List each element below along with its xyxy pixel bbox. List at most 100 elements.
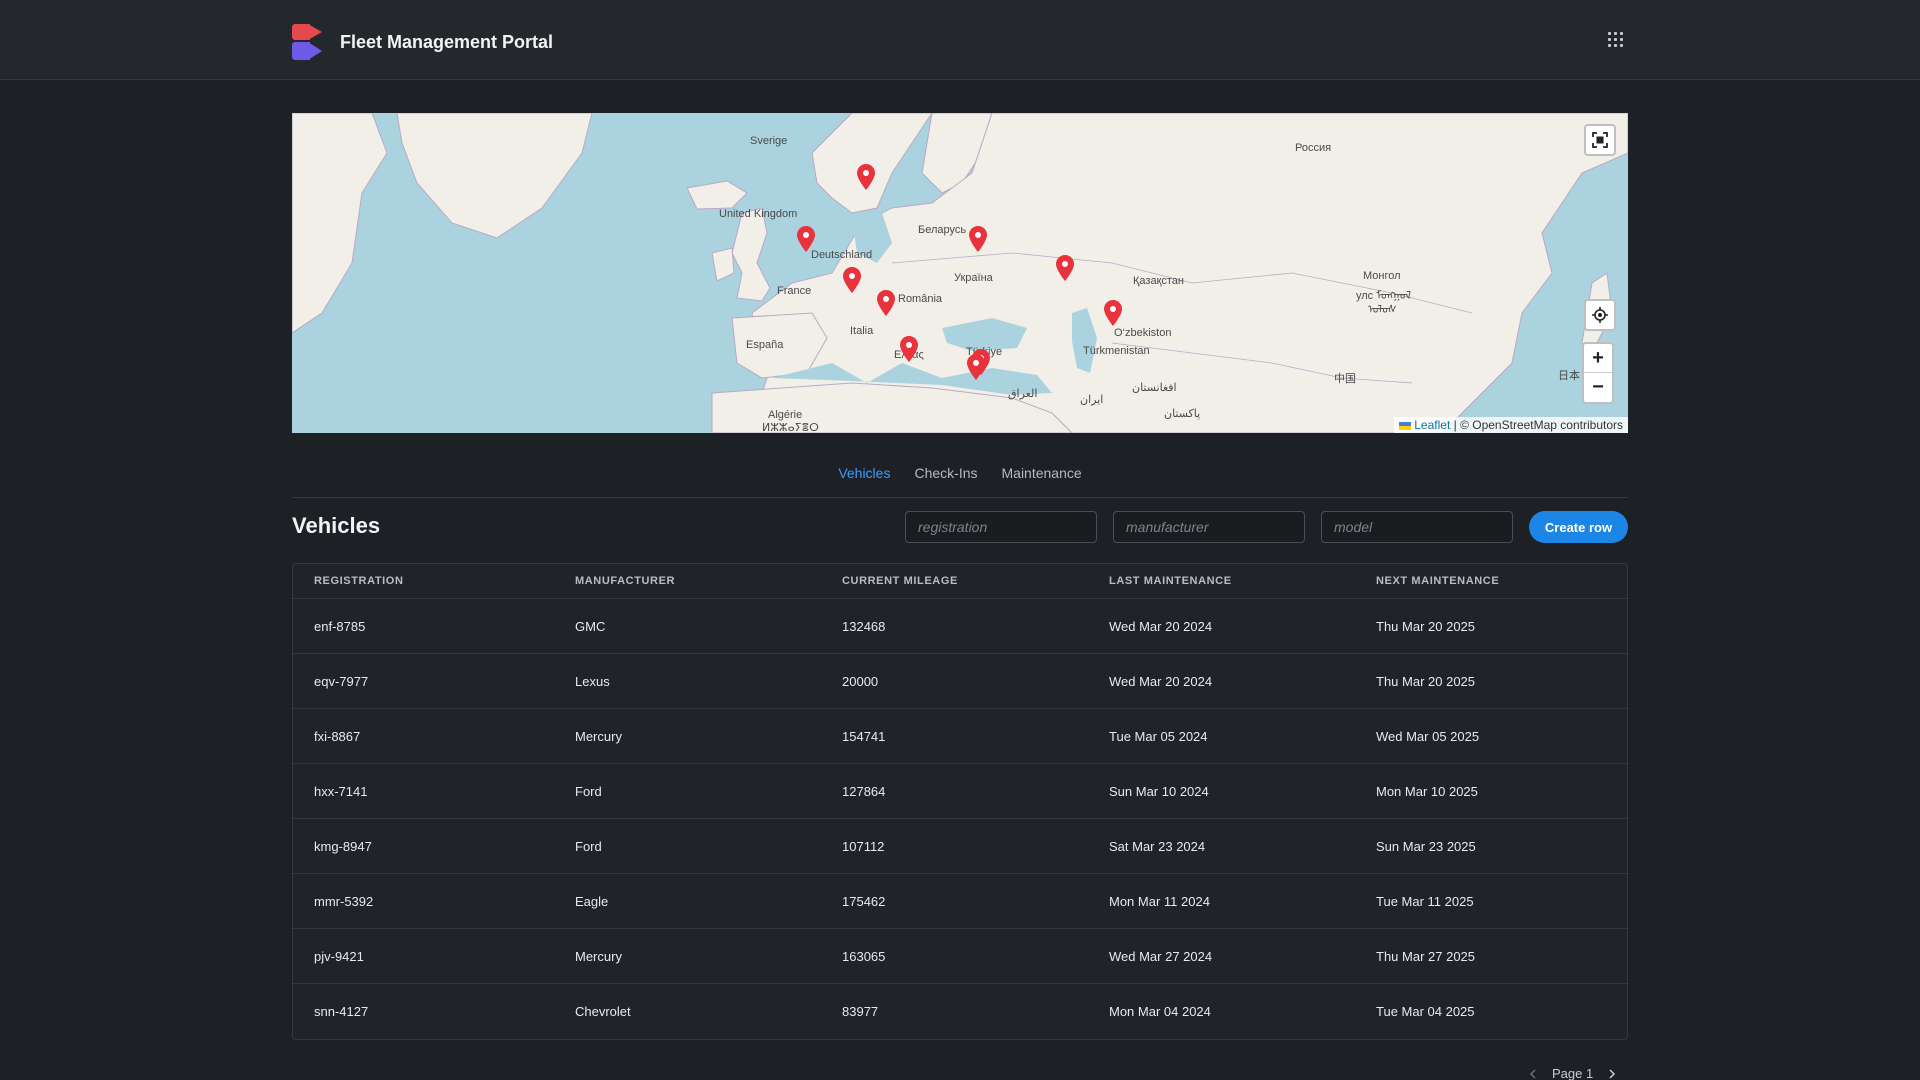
registration-cell: fxi-8867 [314, 728, 361, 744]
manufacturer-cell: Mercury [575, 728, 622, 744]
last-maintenance-cell: Mon Mar 04 2024 [1109, 1004, 1211, 1019]
logo-icon [292, 24, 328, 60]
map-label: Türkmenistan [1083, 345, 1150, 357]
mileage-cell: 127864 [842, 783, 886, 799]
mileage-cell: 175462 [842, 893, 886, 909]
registration-cell: mmr-5392 [314, 893, 374, 909]
map-marker-icon[interactable] [969, 226, 987, 252]
app-title: Fleet Management Portal [340, 31, 554, 52]
map[interactable]: Sverige Россия United Kingdom Беларусь D… [292, 113, 1628, 433]
mileage-cell: 20000 [842, 673, 879, 689]
zoom-control: + − [1582, 342, 1614, 404]
map-label: France [777, 285, 812, 297]
chevron-right-icon[interactable] [1607, 1068, 1617, 1079]
next-maintenance-cell: Thu Mar 20 2025 [1376, 618, 1476, 634]
last-maintenance-cell: Wed Mar 20 2024 [1109, 673, 1213, 689]
map-label: Algérie [768, 409, 803, 421]
map-marker-icon[interactable] [857, 164, 875, 190]
map-marker-icon[interactable] [1056, 255, 1074, 281]
zoom-out-button[interactable]: − [1584, 373, 1612, 402]
map-label: Беларусь [918, 224, 967, 236]
registration-cell: eqv-7977 [314, 673, 369, 689]
map-attribution: Leaflet | © OpenStreetMap contributors [1394, 417, 1628, 433]
map-marker-icon[interactable] [900, 336, 918, 362]
ukraine-flag-icon [1399, 421, 1412, 430]
column-header[interactable]: LAST MAINTENANCE [1109, 575, 1232, 587]
mileage-cell: 107112 [842, 838, 885, 854]
last-maintenance-cell: Tue Mar 05 2024 [1109, 728, 1208, 744]
column-header[interactable]: CURRENT MILEAGE [842, 575, 958, 587]
map-label: 中国 [1334, 373, 1356, 385]
table-row[interactable]: kmg-8947 Ford 107112 Sat Mar 23 2024 Sun… [293, 819, 1627, 874]
next-maintenance-cell: Tue Mar 04 2025 [1376, 1004, 1475, 1019]
tab-vehicles[interactable]: Vehicles [838, 457, 890, 497]
registration-cell: kmg-8947 [314, 838, 372, 854]
table-row[interactable]: hxx-7141 Ford 127864 Sun Mar 10 2024 Mon… [293, 764, 1627, 819]
manufacturer-cell: Chevrolet [575, 1004, 631, 1019]
map-label: 日本 [1558, 370, 1580, 382]
model-filter-input[interactable] [1321, 511, 1513, 543]
create-row-button[interactable]: Create row [1529, 511, 1628, 543]
page-indicator: Page 1 [1552, 1066, 1594, 1080]
map-label: Україна [954, 272, 993, 284]
map-label: افغانستان [1132, 382, 1177, 394]
map-label: Italia [850, 325, 874, 337]
table-row[interactable]: pjv-9421 Mercury 163065 Wed Mar 27 2024 … [293, 929, 1627, 984]
attribution-text: | © OpenStreetMap contributors [1453, 418, 1623, 432]
mileage-cell: 154741 [842, 728, 886, 744]
top-bar: Fleet Management Portal [0, 0, 1920, 80]
apps-grid-icon[interactable] [1608, 32, 1624, 48]
table-row[interactable]: enf-8785 GMC 132468 Wed Mar 20 2024 Thu … [293, 599, 1627, 654]
next-maintenance-cell: Sun Mar 23 2025 [1376, 838, 1476, 854]
registration-filter-input[interactable] [905, 511, 1097, 543]
mileage-cell: 163065 [842, 948, 886, 964]
map-marker-icon[interactable] [877, 290, 895, 316]
chevron-left-icon[interactable] [1528, 1068, 1538, 1079]
map-label: O‘zbekiston [1114, 327, 1172, 339]
manufacturer-cell: Eagle [575, 893, 609, 909]
table-row[interactable]: mmr-5392 Eagle 175462 Mon Mar 11 2024 Tu… [293, 874, 1627, 929]
table-row[interactable]: snn-4127 Chevrolet 83977 Mon Mar 04 2024… [293, 984, 1627, 1039]
manufacturer-cell: Ford [575, 838, 602, 854]
manufacturer-cell: Mercury [575, 948, 622, 964]
registration-cell: hxx-7141 [314, 783, 368, 799]
map-label: العراق [1008, 388, 1038, 400]
map-marker-icon[interactable] [1104, 300, 1122, 326]
table-row[interactable]: eqv-7977 Lexus 20000 Wed Mar 20 2024 Thu… [293, 654, 1627, 709]
next-maintenance-cell: Thu Mar 27 2025 [1376, 948, 1476, 964]
manufacturer-cell: Ford [575, 783, 602, 799]
last-maintenance-cell: Mon Mar 11 2024 [1109, 893, 1210, 909]
table-row[interactable]: fxi-8867 Mercury 154741 Tue Mar 05 2024 … [293, 709, 1627, 764]
map-label: پاکستان [1164, 408, 1201, 420]
zoom-in-button[interactable]: + [1584, 344, 1612, 373]
locate-icon[interactable] [1584, 299, 1616, 331]
registration-cell: enf-8785 [314, 618, 366, 634]
last-maintenance-cell: Sat Mar 23 2024 [1109, 838, 1206, 854]
map-marker-icon[interactable] [797, 226, 815, 252]
column-header[interactable]: MANUFACTURER [575, 575, 675, 587]
map-label: Монгол [1363, 270, 1401, 282]
tab-check-ins[interactable]: Check-Ins [914, 457, 977, 497]
map-marker-icon[interactable] [967, 354, 985, 380]
map-label: Sverige [750, 135, 788, 147]
table-header: REGISTRATION MANUFACTURER CURRENT MILEAG… [293, 564, 1627, 599]
section-title: Vehicles [292, 513, 381, 538]
tab-maintenance[interactable]: Maintenance [1002, 457, 1082, 497]
leaflet-link[interactable]: Leaflet [1414, 418, 1450, 432]
manufacturer-filter-input[interactable] [1113, 511, 1305, 543]
map-label: ᠤᠯᠤᠰ [1368, 304, 1397, 316]
last-maintenance-cell: Wed Mar 27 2024 [1109, 948, 1213, 964]
manufacturer-cell: GMC [575, 618, 606, 634]
column-header[interactable]: NEXT MAINTENANCE [1376, 575, 1499, 587]
registration-cell: snn-4127 [314, 1004, 369, 1019]
map-label: ایران [1080, 394, 1104, 406]
fullscreen-icon[interactable] [1584, 124, 1616, 156]
column-header[interactable]: REGISTRATION [314, 575, 404, 587]
last-maintenance-cell: Wed Mar 20 2024 [1109, 618, 1213, 634]
map-label: United Kingdom [719, 208, 798, 220]
brand[interactable]: Fleet Management Portal [292, 24, 553, 60]
last-maintenance-cell: Sun Mar 10 2024 [1109, 783, 1209, 799]
map-marker-icon[interactable] [843, 267, 861, 293]
tab-bar: Vehicles Check-Ins Maintenance [292, 457, 1628, 498]
map-label: Қазақстан [1133, 275, 1184, 287]
